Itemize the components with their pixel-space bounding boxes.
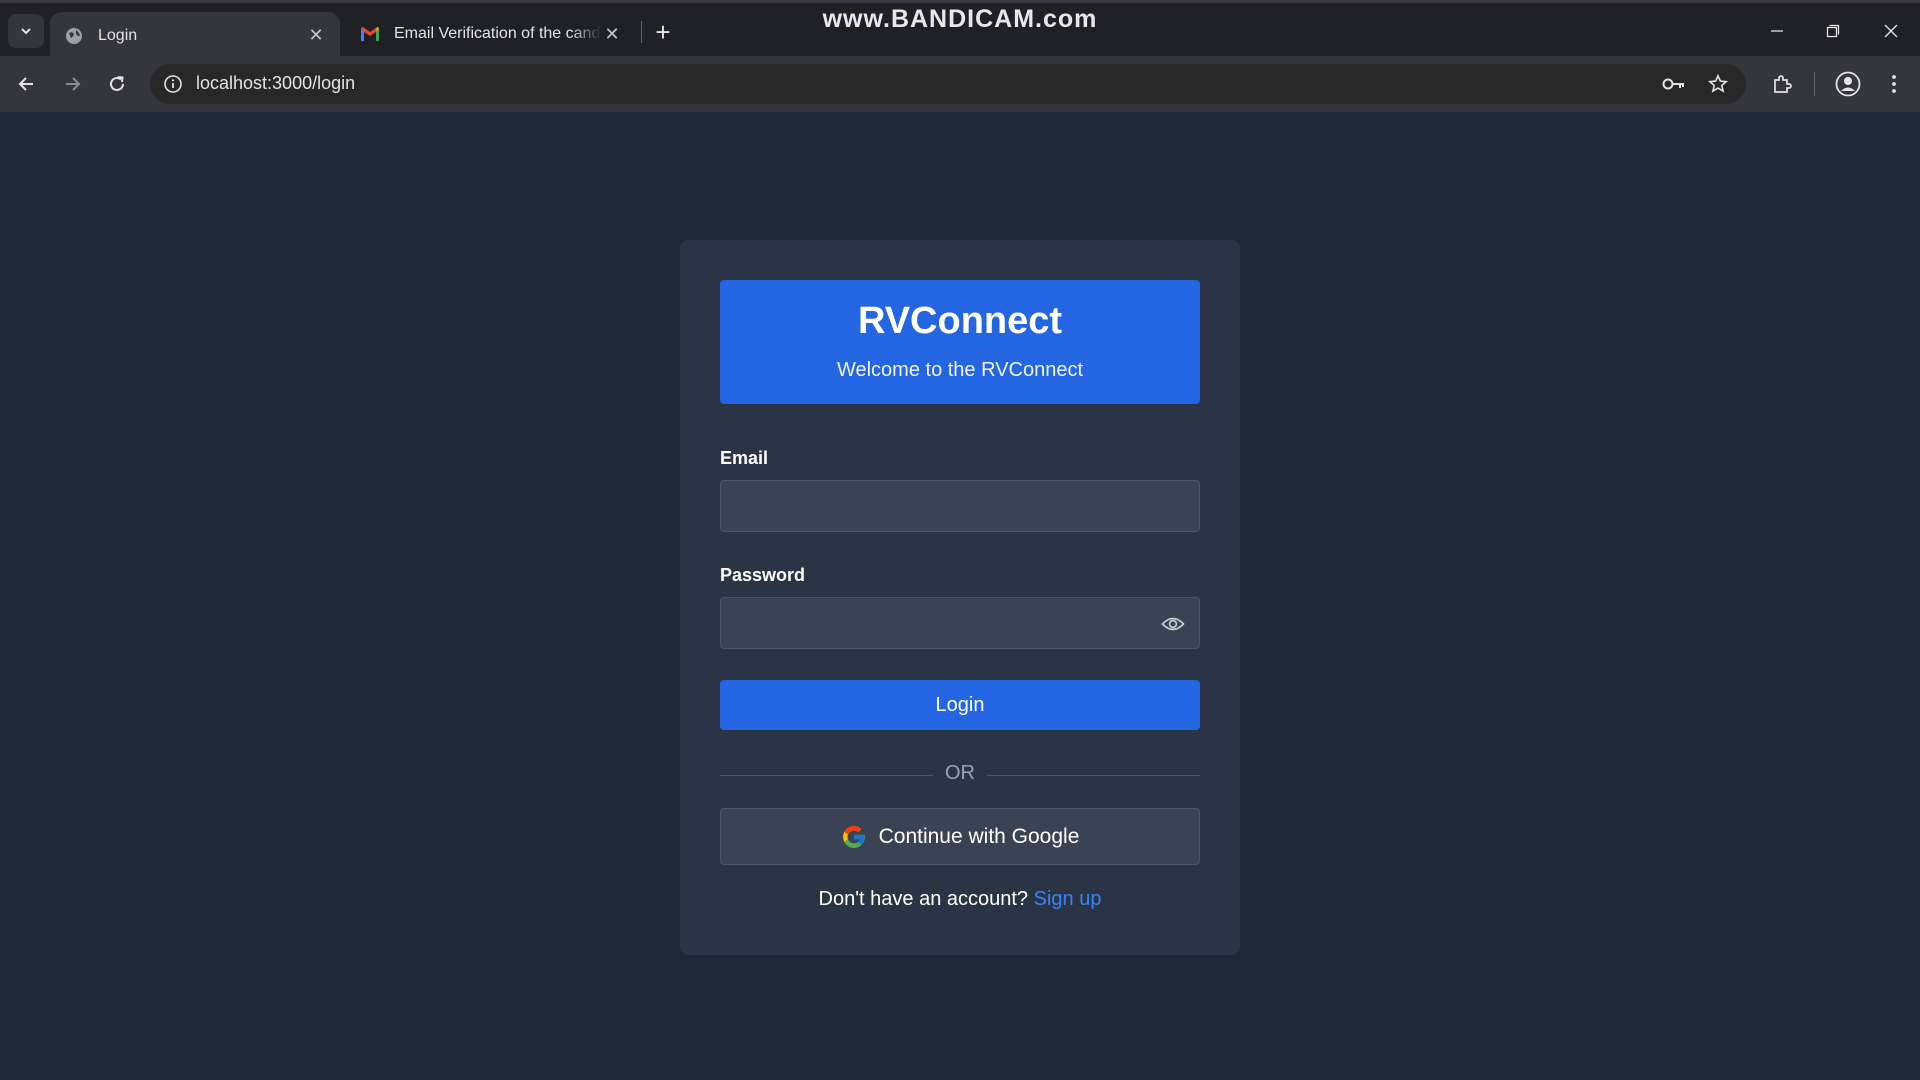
recording-watermark: www.BANDICAM.com (822, 5, 1098, 33)
divider-line (987, 775, 1200, 776)
extensions-button[interactable] (1768, 70, 1796, 98)
info-icon[interactable] (162, 73, 184, 95)
restore-icon (1826, 24, 1840, 38)
profile-button[interactable] (1834, 70, 1862, 98)
google-signin-button[interactable]: Continue with Google (720, 808, 1200, 865)
extensions-icon (1774, 75, 1792, 93)
password-field[interactable] (720, 597, 1200, 649)
or-divider: OR (720, 760, 1200, 790)
restore-button[interactable] (1808, 13, 1858, 49)
reload-button[interactable] (99, 66, 135, 102)
email-label: Email (720, 448, 769, 468)
signup-link[interactable]: Sign up (1034, 888, 1102, 910)
minimize-icon (1771, 30, 1783, 32)
or-text: OR (945, 762, 975, 784)
email-field[interactable] (720, 480, 1200, 532)
email-input[interactable] (721, 481, 1199, 531)
google-button-label: Continue with Google (878, 824, 1080, 848)
url-text[interactable]: localhost:3000/login (196, 73, 355, 94)
signup-prompt: Don't have an account? (818, 888, 1029, 910)
back-arrow-icon (18, 77, 33, 91)
star-icon[interactable] (1706, 72, 1730, 96)
password-key-icon[interactable] (1662, 72, 1686, 96)
signup-prompt-row: Don't have an account? Sign up (680, 888, 1240, 911)
profile-icon (1835, 71, 1861, 97)
toolbar-divider (1814, 72, 1815, 96)
browser-menu-button[interactable] (1880, 70, 1908, 98)
window-close-button[interactable] (1866, 13, 1916, 49)
address-bar[interactable]: localhost:3000/login (150, 64, 1746, 104)
browser-tab-bar: Login ✕ Email Verification of the candid… (0, 0, 1920, 59)
password-input[interactable] (721, 598, 1199, 648)
password-label: Password (720, 565, 806, 585)
forward-button[interactable] (54, 66, 90, 102)
brand-header: RVConnect Welcome to the RVConnect (720, 280, 1200, 404)
login-card: RVConnect Welcome to the RVConnect Email… (680, 240, 1240, 955)
app-title: RVConnect (857, 300, 1063, 342)
eye-icon[interactable] (1161, 612, 1185, 636)
welcome-subtitle: Welcome to the RVConnect (836, 359, 1084, 381)
forward-arrow-icon (66, 77, 81, 91)
back-button[interactable] (9, 66, 45, 102)
close-icon (1884, 24, 1898, 38)
page-content: RVConnect Welcome to the RVConnect Email… (0, 112, 1920, 1080)
minimize-button[interactable] (1752, 13, 1802, 49)
google-icon (842, 825, 865, 848)
kebab-menu-icon (1892, 75, 1896, 93)
reload-icon (110, 76, 124, 91)
browser-toolbar: localhost:3000/login (0, 56, 1920, 112)
login-button[interactable]: Login (720, 680, 1200, 730)
